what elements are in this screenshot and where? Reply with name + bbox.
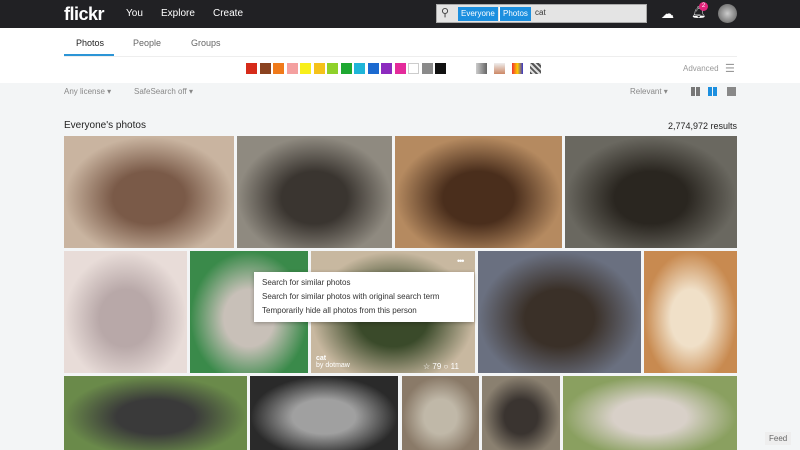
color-swatch[interactable] <box>354 63 365 74</box>
tab-people[interactable]: People <box>133 38 161 48</box>
color-swatch[interactable] <box>259 63 271 74</box>
search-icon: ⚲ <box>441 7 450 19</box>
scope-photos[interactable]: Photos <box>499 7 531 21</box>
detail-view-icon[interactable] <box>727 87 736 96</box>
scope-everyone[interactable]: Everyone <box>458 7 498 21</box>
upload-cloud-icon[interactable]: ☁ <box>661 6 674 22</box>
notification-badge: 2 <box>699 2 708 11</box>
photo-caption: cat by dotmaw <box>316 355 350 369</box>
photo-thumbnail[interactable] <box>482 376 560 450</box>
photo-thumbnail[interactable] <box>250 376 398 450</box>
advanced-link[interactable]: Advanced <box>683 64 719 73</box>
photo-thumbnail[interactable] <box>402 376 479 450</box>
photo-author[interactable]: by dotmaw <box>316 362 350 369</box>
menu-item-similar-with-term[interactable]: Search for similar photos with original … <box>262 290 466 304</box>
photo-thumbnail[interactable] <box>478 251 641 373</box>
top-bar: flickr You Explore Create ⚲ Everyone Pho… <box>0 0 800 28</box>
filter-bw[interactable] <box>476 63 487 74</box>
faves-count: 79 <box>432 362 442 371</box>
comments-count: 11 <box>450 362 459 371</box>
grid-view-icon[interactable] <box>691 87 700 96</box>
color-swatch[interactable] <box>246 63 257 74</box>
flickr-logo[interactable]: flickr <box>64 4 105 25</box>
search-input[interactable]: cat <box>535 8 546 17</box>
color-swatch[interactable] <box>421 63 433 74</box>
sort-dropdown[interactable]: Relevant ▾ <box>630 87 668 96</box>
nav-create[interactable]: Create <box>213 8 243 19</box>
color-swatch[interactable] <box>300 63 311 74</box>
photo-thumbnail[interactable] <box>64 251 187 373</box>
photo-thumbnail[interactable] <box>64 376 247 450</box>
menu-lines-icon[interactable]: ☰ <box>725 62 735 75</box>
color-swatch[interactable] <box>367 63 379 74</box>
color-swatch[interactable] <box>327 63 338 74</box>
search-box[interactable]: ⚲ Everyone Photos cat <box>436 4 647 23</box>
photo-title[interactable]: cat <box>316 355 350 362</box>
filter-minimalist[interactable] <box>512 63 523 74</box>
sub-header: Photos People Groups Advanced ☰ <box>0 28 800 83</box>
filter-shallow-dof[interactable] <box>494 63 505 74</box>
filter-bar: Any license ▾ SafeSearch off ▾ Relevant … <box>0 83 800 105</box>
color-swatch[interactable] <box>381 63 392 74</box>
color-swatch[interactable] <box>408 63 419 74</box>
more-options-icon[interactable]: ••• <box>457 256 465 266</box>
section-title: Everyone's photos <box>64 120 146 131</box>
star-icon[interactable]: ☆ <box>423 362 430 371</box>
color-swatch[interactable] <box>435 63 446 74</box>
results-count: 2,774,972 results <box>667 121 737 131</box>
avatar[interactable] <box>718 4 737 23</box>
photo-thumbnail[interactable] <box>237 136 392 248</box>
tab-photos[interactable]: Photos <box>76 38 104 48</box>
photo-thumbnail[interactable] <box>565 136 737 248</box>
photo-thumbnail[interactable] <box>64 136 234 248</box>
color-swatch[interactable] <box>273 63 284 74</box>
photo-stats: ☆ 79 ○ 11 <box>423 362 459 371</box>
color-swatch[interactable] <box>394 63 406 74</box>
color-swatch[interactable] <box>340 63 352 74</box>
nav-you[interactable]: You <box>126 8 143 19</box>
tab-groups[interactable]: Groups <box>191 38 221 48</box>
justified-view-icon[interactable] <box>708 87 717 96</box>
filter-patterns[interactable] <box>530 63 541 74</box>
photo-thumbnail[interactable] <box>563 376 737 450</box>
safesearch-dropdown[interactable]: SafeSearch off ▾ <box>134 87 193 96</box>
color-swatch[interactable] <box>313 63 325 74</box>
color-swatch[interactable] <box>286 63 298 74</box>
menu-item-hide-person[interactable]: Temporarily hide all photos from this pe… <box>262 304 466 318</box>
photo-thumbnail[interactable] <box>644 251 737 373</box>
photo-thumbnail[interactable] <box>395 136 562 248</box>
nav-explore[interactable]: Explore <box>161 8 195 19</box>
license-dropdown[interactable]: Any license ▾ <box>64 87 111 96</box>
menu-item-similar[interactable]: Search for similar photos <box>262 276 466 290</box>
context-menu: Search for similar photos Search for sim… <box>254 272 474 322</box>
comment-icon[interactable]: ○ <box>444 362 449 371</box>
feedback-button[interactable]: Feed <box>765 432 792 445</box>
divider <box>64 56 737 57</box>
